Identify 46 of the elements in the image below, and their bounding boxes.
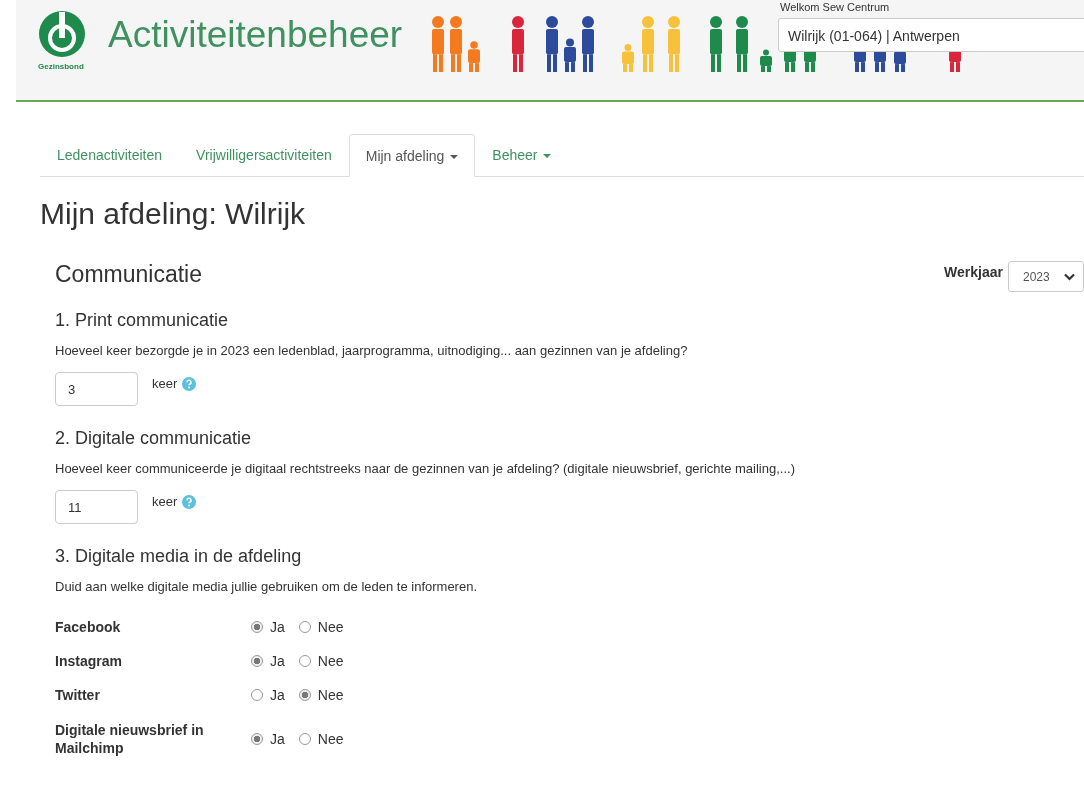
option-label[interactable]: Ja	[270, 730, 285, 747]
medium-label: Instagram	[55, 652, 123, 671]
nav-tab[interactable]: Vrijwilligersactiviteiten	[179, 134, 349, 176]
logo-text: Gezinsbond	[38, 62, 84, 71]
radio-button[interactable]	[298, 689, 311, 702]
logo-icon	[38, 10, 86, 58]
count-input[interactable]: 11	[55, 490, 138, 524]
question-text: Hoeveel keer communiceerde je digitaal rechtstreeks naar de gezinnen van je afdeling? (digitale nieuwsbrief, gerichte mailing,...)	[55, 461, 796, 476]
help-icon[interactable]	[182, 494, 197, 509]
radio-button[interactable]	[298, 655, 311, 668]
question-text: Hoeveel keer bezorgde je in 2023 een ledenblad, jaarprogramma, uitnodiging... aan gezinnen van je afdeling?	[55, 343, 689, 358]
radio-button[interactable]	[251, 655, 263, 668]
page-title: Mijn afdeling: Wilrijk	[40, 197, 307, 231]
option-label[interactable]: Ja	[270, 687, 285, 704]
location-select[interactable]: Wilrijk (01-064) | Antwerpen	[778, 18, 1084, 52]
medium-label: Facebook	[55, 618, 122, 637]
radio-button[interactable]	[298, 621, 311, 634]
radio-button[interactable]	[251, 732, 263, 745]
option-label[interactable]: Ja	[270, 653, 285, 670]
nav-tab[interactable]: Beheer	[475, 134, 569, 176]
option-label[interactable]: Nee	[317, 619, 344, 636]
radio-button[interactable]	[251, 621, 263, 634]
unit-label: keer	[152, 376, 178, 391]
count-input[interactable]: 3	[55, 372, 138, 406]
year-select[interactable]: 2023	[1008, 261, 1084, 292]
nav-tab[interactable]: Ledenactiviteiten	[40, 134, 180, 176]
question-text: Duid aan welke digitale media jullie gebruiken om de leden te informeren.	[55, 579, 479, 594]
question-title: 2. Digitale communicatie	[55, 428, 253, 449]
section-title: Communicatie	[55, 261, 202, 288]
app-title: Activiteitenbeheer	[108, 14, 403, 56]
question-title: 1. Print communicatie	[55, 310, 230, 331]
question-title: 3. Digitale media in de afdeling	[55, 546, 303, 567]
welcome-text: Welkom Sew Centrum	[780, 1, 890, 14]
nav-tab[interactable]: Mijn afdeling	[348, 134, 476, 177]
option-label[interactable]: Nee	[317, 687, 344, 704]
option-label[interactable]: Nee	[317, 653, 344, 670]
radio-button[interactable]	[251, 689, 263, 702]
medium-label: Twitter	[55, 686, 101, 705]
option-label[interactable]: Ja	[270, 619, 285, 636]
radio-button[interactable]	[298, 732, 311, 745]
option-label[interactable]: Nee	[317, 730, 344, 747]
medium-label: Digitale nieuwsbrief in Mailchimp	[55, 720, 205, 757]
unit-label: keer	[152, 494, 178, 509]
chevron-down-icon	[1063, 272, 1075, 281]
year-label: Werkjaar	[944, 263, 1003, 280]
help-icon[interactable]	[182, 376, 197, 391]
